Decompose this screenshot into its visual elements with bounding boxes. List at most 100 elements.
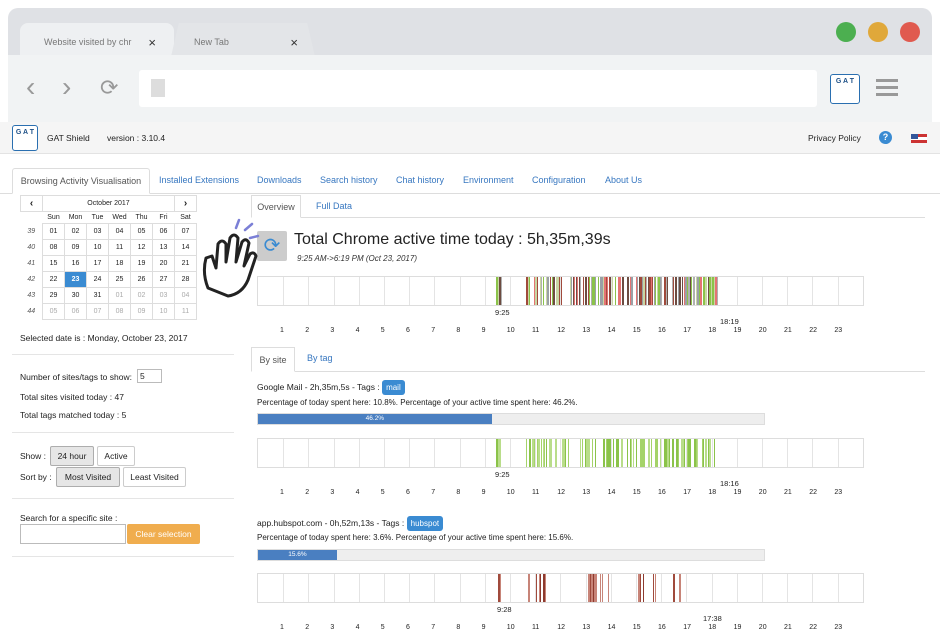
num-sites-input[interactable]: 5	[137, 369, 162, 383]
calendar-day[interactable]: 01	[42, 223, 65, 240]
calendar-day[interactable]: 11	[174, 303, 197, 320]
sort-least-visited-button[interactable]: Least Visited	[123, 467, 186, 487]
calendar-day[interactable]: 15	[42, 255, 65, 272]
tag-badge[interactable]: mail	[382, 380, 405, 395]
tab-configuration[interactable]: Configuration	[532, 175, 586, 185]
close-dot[interactable]	[900, 22, 920, 42]
tab-by-tag[interactable]: By tag	[307, 353, 333, 363]
close-icon[interactable]: ×	[290, 35, 298, 50]
calendar-day[interactable]: 19	[130, 255, 153, 272]
reload-icon[interactable]: ⟳	[100, 75, 118, 101]
calendar-day[interactable]: 05	[42, 303, 65, 320]
menu-icon[interactable]	[876, 79, 898, 96]
calendar-day[interactable]: 03	[152, 287, 175, 304]
calendar-month[interactable]: October 2017	[42, 195, 175, 212]
calendar-day[interactable]: 06	[152, 223, 175, 240]
calendar-day[interactable]: 02	[130, 287, 153, 304]
calendar-day[interactable]: 27	[152, 271, 175, 288]
hour-tick-label: 21	[784, 624, 792, 631]
activity-mark	[499, 439, 502, 467]
calendar-day[interactable]: 09	[130, 303, 153, 320]
activity-mark	[716, 277, 718, 305]
timeline-start: 9:28	[497, 605, 512, 614]
calendar-day[interactable]: 02	[64, 223, 87, 240]
calendar-day[interactable]: 21	[174, 255, 197, 272]
privacy-link[interactable]: Privacy Policy	[808, 133, 861, 143]
show-24-hour-button[interactable]: 24 hour	[50, 446, 94, 466]
calendar-day[interactable]: 17	[86, 255, 109, 272]
calendar-day[interactable]: 26	[130, 271, 153, 288]
calendar-day[interactable]: 04	[174, 287, 197, 304]
tab-downloads[interactable]: Downloads	[257, 175, 302, 185]
calendar-day[interactable]: 29	[42, 287, 65, 304]
tab-environment[interactable]: Environment	[463, 175, 514, 185]
tab-search-history[interactable]: Search history	[320, 175, 378, 185]
clear-selection-button[interactable]: Clear selection	[127, 524, 200, 544]
tab-about-us[interactable]: About Us	[605, 175, 642, 185]
close-icon[interactable]: ×	[148, 35, 156, 50]
calendar-day[interactable]: 28	[174, 271, 197, 288]
calendar-day[interactable]: 14	[174, 239, 197, 256]
calendar-day[interactable]: 16	[64, 255, 87, 272]
minimize-dot[interactable]	[868, 22, 888, 42]
calendar-day[interactable]: 07	[86, 303, 109, 320]
calendar-day[interactable]: 30	[64, 287, 87, 304]
calendar-day[interactable]: 23	[64, 271, 87, 288]
timeline-gridline	[510, 574, 511, 602]
calendar-day[interactable]: 08	[42, 239, 65, 256]
calendar: ‹ October 2017 › Sun Mon Tue Wed Thu Fri Sat 3…	[20, 195, 197, 320]
calendar-day[interactable]: 08	[108, 303, 131, 320]
calendar-day[interactable]: 09	[64, 239, 87, 256]
timeline-end: 18:16	[720, 479, 739, 488]
calendar-day[interactable]: 22	[42, 271, 65, 288]
gat-extension-icon[interactable]: G A T	[830, 74, 860, 104]
hour-tick-label: 10	[506, 624, 515, 631]
calendar-day[interactable]: 10	[86, 239, 109, 256]
timeline-gmail	[257, 438, 864, 468]
calendar-day[interactable]: 01	[108, 287, 131, 304]
calendar-day[interactable]: 10	[152, 303, 175, 320]
calendar-day[interactable]: 12	[130, 239, 153, 256]
hour-tick-label: 2	[305, 327, 310, 334]
help-icon[interactable]: ?	[879, 131, 892, 144]
tab-chat-history[interactable]: Chat history	[396, 175, 444, 185]
calendar-day[interactable]: 06	[64, 303, 87, 320]
calendar-day[interactable]: 18	[108, 255, 131, 272]
tag-badge[interactable]: hubspot	[406, 516, 444, 531]
calendar-day[interactable]: 24	[86, 271, 109, 288]
hour-tick-label: 2	[305, 624, 310, 631]
tab-installed-extensions[interactable]: Installed Extensions	[159, 175, 239, 185]
maximize-dot[interactable]	[836, 22, 856, 42]
calendar-day[interactable]: 31	[86, 287, 109, 304]
timeline-gridline	[358, 439, 360, 467]
calendar-prev-button[interactable]: ‹	[20, 195, 43, 212]
tab-by-site[interactable]: By site	[251, 347, 295, 372]
activity-mark	[679, 574, 682, 602]
sort-most-visited-button[interactable]: Most Visited	[56, 467, 120, 487]
sort-label: Sort by :	[20, 472, 52, 482]
show-active-button[interactable]: Active	[97, 446, 135, 466]
calendar-day[interactable]: 20	[152, 255, 175, 272]
tab-overview[interactable]: Overview	[251, 195, 301, 218]
activity-mark	[584, 277, 587, 305]
timeline-gridline	[661, 574, 663, 602]
forward-icon[interactable]: ›	[62, 71, 71, 103]
calendar-day[interactable]: 05	[130, 223, 153, 240]
flag-icon[interactable]	[911, 134, 927, 143]
tab-browsing-activity[interactable]: Browsing Activity Visualisation	[12, 168, 150, 194]
browser-toolbar: ‹ › ⟳ G A T	[8, 55, 932, 122]
calendar-day[interactable]: 11	[108, 239, 131, 256]
calendar-next-button[interactable]: ›	[174, 195, 197, 212]
hour-tick-label: 9	[481, 327, 486, 334]
calendar-day[interactable]: 25	[108, 271, 131, 288]
calendar-day[interactable]: 03	[86, 223, 109, 240]
calendar-day[interactable]: 07	[174, 223, 197, 240]
tab-full-data[interactable]: Full Data	[316, 201, 352, 211]
activity-mark	[635, 439, 638, 467]
calendar-day[interactable]: 04	[108, 223, 131, 240]
back-icon[interactable]: ‹	[26, 71, 35, 103]
activity-mark	[500, 277, 502, 305]
calendar-day[interactable]: 13	[152, 239, 175, 256]
search-site-input[interactable]	[20, 524, 126, 544]
address-bar[interactable]	[139, 70, 817, 107]
